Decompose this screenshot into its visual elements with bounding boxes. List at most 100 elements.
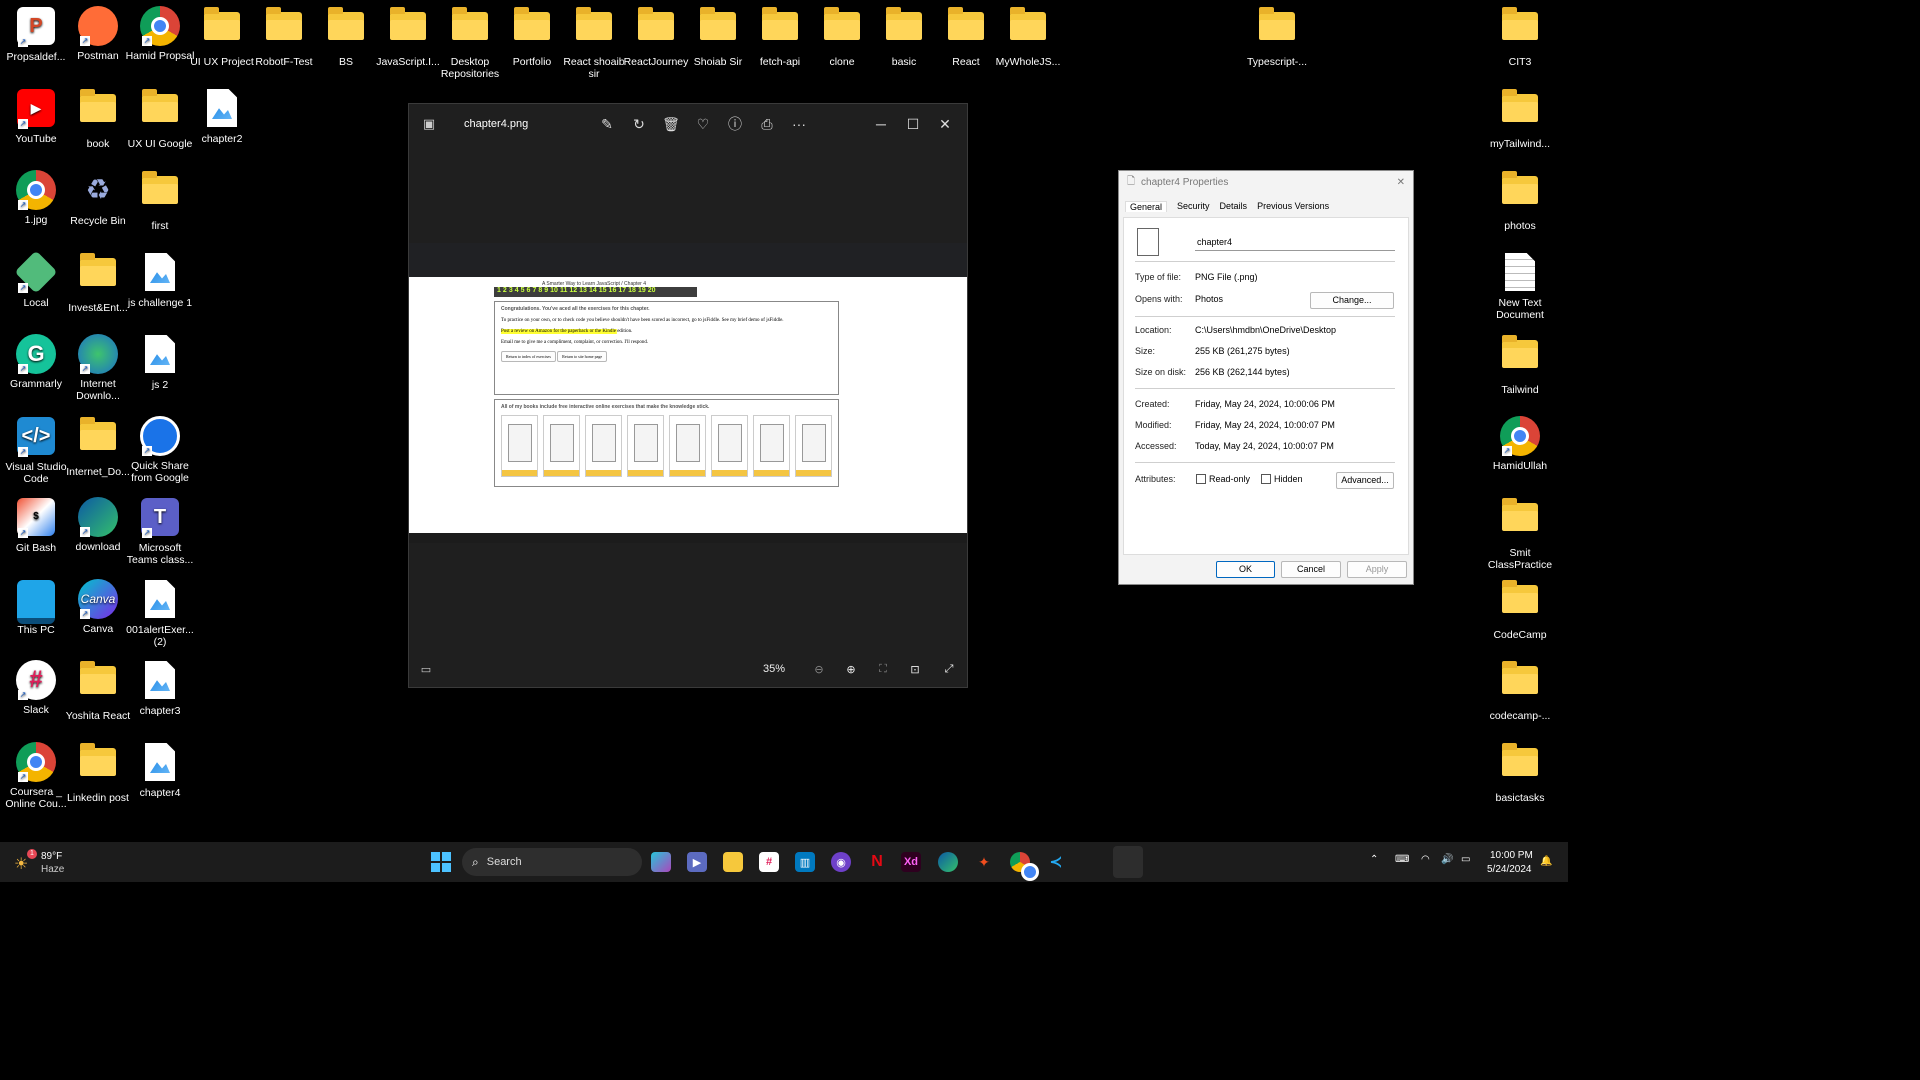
desktop-icon-book[interactable]: book (63, 88, 133, 150)
desktop-icon-quick-share-from-google[interactable]: ↗ Quick Share from Google (125, 416, 195, 484)
chapter-link[interactable]: 20 (648, 287, 656, 297)
chapter-link[interactable]: 2 (503, 287, 507, 297)
edit-icon[interactable]: ✎ (591, 116, 623, 133)
desktop-icon-visual-studio-code[interactable]: </> ↗ Visual Studio Code (1, 416, 71, 485)
chapter-link[interactable]: 1 (497, 287, 501, 297)
notification-bell-icon[interactable]: 🔔 (1540, 856, 1552, 867)
chapter-link[interactable]: 8 (538, 287, 542, 297)
desktop-icon-codecamp[interactable]: codecamp-... (1485, 660, 1555, 722)
clock-time[interactable]: 10:00 PM (1490, 850, 1533, 861)
active-window-icon[interactable] (1113, 846, 1143, 878)
chapter-link[interactable]: 6 (527, 287, 531, 297)
desktop-icon-chapter4[interactable]: chapter4 (125, 742, 195, 799)
desktop-icon-postman[interactable]: ↗ Postman (63, 6, 133, 62)
maximize-icon[interactable]: ☐ (897, 116, 929, 133)
meet-icon[interactable]: ▶ (687, 852, 707, 872)
slack-icon[interactable]: # (759, 852, 779, 872)
desktop-icon-basictasks[interactable]: basictasks (1485, 742, 1555, 804)
chapter-link[interactable]: 7 (532, 287, 536, 297)
book-card[interactable]: amazon (585, 415, 622, 477)
dialog-close-icon[interactable]: ✕ (1397, 177, 1405, 188)
print-icon[interactable]: ⎙ (751, 116, 783, 133)
desktop-icon-invest-ent[interactable]: Invest&Ent... (63, 252, 133, 314)
github-icon[interactable]: ◉ (831, 852, 851, 872)
filmstrip-icon[interactable]: ▭ (409, 663, 443, 676)
trello-icon[interactable]: ▥ (795, 852, 815, 872)
start-icon[interactable] (431, 852, 451, 872)
desktop-icon-recycle-bin[interactable]: ♻ Recycle Bin (63, 170, 133, 228)
desktop-icon-desktop-repositories[interactable]: Desktop Repositories (435, 6, 505, 80)
desktop-icon-chapter3[interactable]: chapter3 (125, 660, 195, 717)
desktop-icon-internet-do[interactable]: Internet_Do... (63, 416, 133, 478)
desktop-icon-codecamp[interactable]: CodeCamp (1485, 579, 1555, 641)
tab-general[interactable]: General (1125, 201, 1168, 212)
desktop-icon-ui-ux-project[interactable]: UI UX Project (187, 6, 257, 68)
shop-now-bar[interactable] (502, 470, 537, 476)
desktop-icon-001alertexer-2[interactable]: 001alertExer... (2) (125, 579, 195, 648)
desktop-icon-first[interactable]: first (125, 170, 195, 232)
ok-button[interactable]: OK (1216, 561, 1275, 578)
netflix-icon[interactable]: N (867, 852, 887, 872)
desktop-icon-mywholejs[interactable]: MyWholeJS... (993, 6, 1063, 68)
actual-size-icon[interactable]: ⊡ (899, 663, 931, 676)
desktop-icon-bs[interactable]: BS (311, 6, 381, 68)
desktop-icon-linkedin-post[interactable]: Linkedin post (63, 742, 133, 804)
desktop-icon-react-shoaib-sir[interactable]: React shoaib sir (559, 6, 629, 80)
book-card[interactable]: amazon (501, 415, 538, 477)
weather-icon[interactable]: ☀ (14, 854, 28, 874)
desktop-icon-smit-classpractice[interactable]: Smit ClassPractice (1485, 497, 1555, 571)
desktop-icon-photos[interactable]: photos (1485, 170, 1555, 232)
book-card[interactable]: amazon (753, 415, 790, 477)
chapter-link[interactable]: 3 (509, 287, 513, 297)
edge-icon[interactable] (938, 852, 958, 872)
shop-now-bar[interactable] (754, 470, 789, 476)
readonly-checkbox[interactable] (1196, 474, 1206, 484)
chapter-link[interactable]: 16 (609, 287, 617, 297)
cancel-button[interactable]: Cancel (1281, 561, 1341, 578)
chapter-link[interactable]: 19 (638, 287, 646, 297)
chapter-link[interactable]: 10 (550, 287, 558, 297)
desktop-icon-local[interactable]: ↗ Local (1, 250, 71, 309)
copilot-icon[interactable] (651, 852, 671, 872)
book-card[interactable]: amazon (543, 415, 580, 477)
tray-chevron-icon[interactable]: ⌃ (1370, 854, 1378, 865)
volume-icon[interactable]: 🔊 (1441, 854, 1453, 865)
book-card[interactable]: amazon (795, 415, 832, 477)
tab-previous-versions[interactable]: Previous Versions (1257, 201, 1329, 212)
return-home-button[interactable]: Return to site home page (557, 351, 608, 362)
desktop-icon-ux-ui-google[interactable]: UX UI Google (125, 88, 195, 150)
desktop-icon-internet-downlo[interactable]: ↗ Internet Downlo... (63, 334, 133, 402)
desktop-icon-propsaldef[interactable]: P ↗ Propsaldef... (1, 6, 71, 63)
change-button[interactable]: Change... (1310, 292, 1394, 309)
desktop-icon-basic[interactable]: basic (869, 6, 939, 68)
shop-now-bar[interactable] (712, 470, 747, 476)
file-explorer-icon[interactable] (723, 852, 743, 872)
desktop-icon-download[interactable]: ↗ download (63, 497, 133, 553)
info-icon[interactable]: ⓘ (719, 114, 751, 134)
chapter-link[interactable]: 17 (618, 287, 626, 297)
favorite-icon[interactable]: ♡ (687, 116, 719, 133)
chapter-link[interactable]: 15 (599, 287, 607, 297)
weather-temp[interactable]: 89°F (41, 851, 62, 862)
desktop-icon-grammarly[interactable]: G ↗ Grammarly (1, 334, 71, 390)
shop-now-bar[interactable] (670, 470, 705, 476)
chapter-link[interactable]: 14 (589, 287, 597, 297)
book-card[interactable]: amazon (669, 415, 706, 477)
desktop-icon-yoshita-react[interactable]: Yoshita React (63, 660, 133, 722)
desktop-icon-reactjourney[interactable]: ReactJourney (621, 6, 691, 68)
close-icon[interactable]: ✕ (929, 116, 961, 133)
desktop-icon-clone[interactable]: clone (807, 6, 877, 68)
desktop-icon-js-challenge-1[interactable]: js challenge 1 (125, 252, 195, 309)
fullscreen-icon[interactable]: ⤢ (931, 663, 967, 676)
shop-now-bar[interactable] (544, 470, 579, 476)
chapter-link[interactable]: 9 (544, 287, 548, 297)
desktop-icon-chapter2[interactable]: chapter2 (187, 88, 257, 145)
zoom-in-icon[interactable]: ⊕ (835, 663, 867, 676)
weather-cond[interactable]: Haze (41, 864, 64, 875)
tab-security[interactable]: Security (1177, 201, 1210, 212)
desktop-icon-cit3[interactable]: CIT3 (1485, 6, 1555, 68)
desktop-icon-this-pc[interactable]: This PC (1, 579, 71, 636)
desktop-icon-js-2[interactable]: js 2 (125, 334, 195, 391)
clock-date[interactable]: 5/24/2024 (1487, 864, 1532, 875)
desktop-icon-slack[interactable]: # ↗ Slack (1, 660, 71, 716)
